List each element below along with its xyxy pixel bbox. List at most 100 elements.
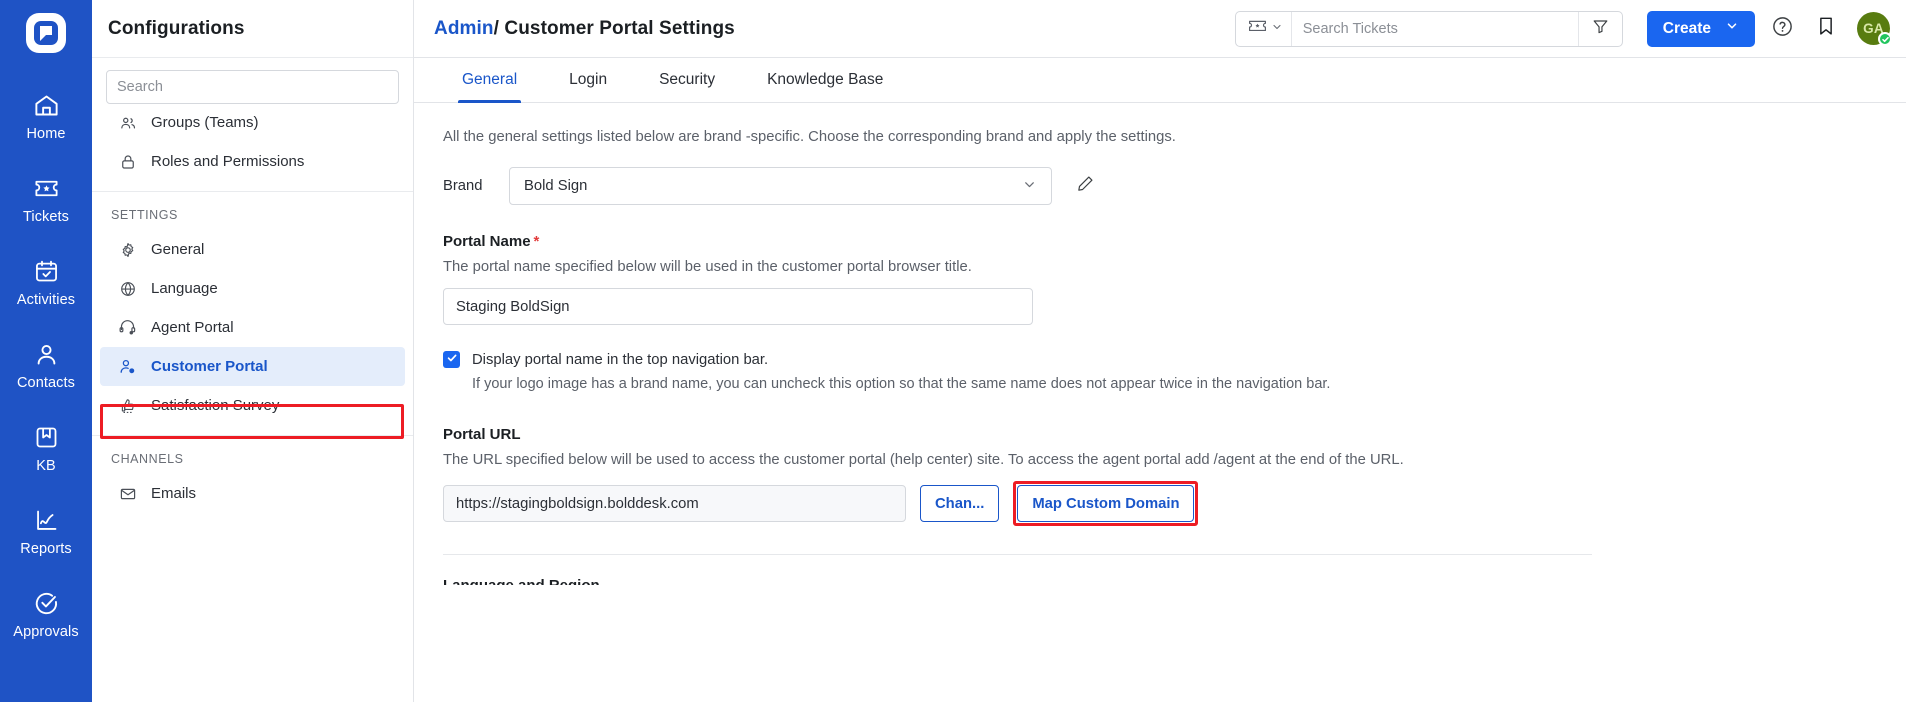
sidebar-item-emails[interactable]: Emails	[100, 474, 405, 513]
sidebar-item-language[interactable]: Language	[100, 269, 405, 308]
group-icon	[118, 113, 137, 132]
change-url-label: Chan...	[935, 495, 985, 512]
config-nav-list[interactable]: Groups (Teams) Roles and Permissions SET…	[92, 110, 413, 702]
create-button-label: Create	[1662, 19, 1711, 37]
display-portal-name-row: Display portal name in the top navigatio…	[443, 351, 1906, 368]
section-divider	[443, 554, 1592, 555]
brand-select[interactable]: Bold Sign	[509, 167, 1052, 205]
display-portal-name-hint: If your logo image has a brand name, you…	[472, 376, 1331, 392]
search-type-selector[interactable]	[1236, 11, 1292, 46]
sidebar-item-label: Satisfaction Survey	[151, 397, 280, 414]
bolddesk-logo-icon[interactable]	[18, 8, 74, 58]
tab-login[interactable]: Login	[543, 58, 633, 102]
portal-name-title: Portal Name *	[443, 233, 1906, 250]
sidebar-group-channels: CHANNELS	[111, 452, 184, 466]
map-custom-domain-label: Map Custom Domain	[1032, 495, 1180, 512]
config-search-input[interactable]	[106, 70, 399, 104]
ticket-icon	[33, 173, 60, 203]
rail-item-contacts[interactable]: Contacts	[0, 329, 92, 395]
brand-edit-button[interactable]	[1076, 174, 1095, 198]
bookmark-button[interactable]	[1809, 12, 1843, 46]
portal-name-section: Portal Name * The portal name specified b…	[443, 233, 1906, 325]
headset-gear-icon	[118, 318, 137, 337]
lock-icon	[118, 152, 137, 171]
brand-row: Brand Bold Sign	[443, 167, 1906, 205]
sidebar-item-label: Language	[151, 280, 218, 297]
main-area: Admin/ Customer Portal Settings Search T…	[414, 0, 1906, 702]
portal-url-title: Portal URL	[443, 426, 521, 443]
breadcrumb-separator: /	[493, 17, 505, 39]
tab-label: Login	[569, 71, 608, 88]
pencil-icon	[1076, 174, 1095, 198]
rail-label: Reports	[20, 541, 72, 557]
sidebar-item-satisfaction-survey[interactable]: Satisfaction Survey	[100, 386, 405, 425]
display-portal-name-checkbox[interactable]	[443, 351, 460, 368]
sidebar-item-label: Roles and Permissions	[151, 153, 305, 170]
chevron-down-icon	[1725, 19, 1739, 38]
rail-label: Tickets	[22, 209, 70, 225]
rail-item-activities[interactable]: Activities	[0, 246, 92, 312]
rail-item-kb[interactable]: KB	[0, 412, 92, 478]
tab-label: Knowledge Base	[767, 71, 884, 88]
chevron-down-icon	[1022, 177, 1037, 196]
rail-label: KB	[36, 458, 56, 474]
check-badge-icon	[1878, 32, 1892, 46]
portal-url-section: Portal URL The URL specified below will …	[443, 426, 1906, 526]
primary-nav-rail: Home Tickets Activities Contacts KB Repo…	[0, 0, 92, 702]
tab-knowledge-base[interactable]: Knowledge Base	[741, 58, 909, 102]
ticket-icon	[1248, 19, 1267, 39]
envelope-icon	[118, 484, 137, 503]
sidebar-item-label: Agent Portal	[151, 319, 234, 336]
next-section-title: Language and Region	[443, 577, 1906, 585]
sidebar-item-groups-teams[interactable]: Groups (Teams)	[100, 110, 405, 142]
filter-icon	[1592, 18, 1609, 40]
portal-name-description: The portal name specified below will be …	[443, 259, 972, 275]
help-button[interactable]	[1765, 12, 1799, 46]
tab-security[interactable]: Security	[633, 58, 741, 102]
sidebar-item-agent-portal[interactable]: Agent Portal	[100, 308, 405, 347]
portal-name-title-text: Portal Name	[443, 233, 531, 250]
portal-url-row: Chan... Map Custom Domain	[443, 481, 1906, 526]
create-button[interactable]: Create	[1646, 10, 1755, 47]
ticket-search-bar	[1234, 10, 1623, 47]
person-icon	[33, 339, 60, 369]
tab-label: General	[462, 71, 518, 88]
search-filter-button[interactable]	[1577, 11, 1622, 46]
person-gear-icon	[118, 357, 137, 376]
checkmark-icon	[446, 351, 458, 369]
sidebar-item-label: General	[151, 241, 205, 258]
breadcrumb-parent[interactable]: Admin	[434, 18, 494, 39]
bookmark-icon	[1815, 15, 1837, 42]
search-input[interactable]	[1291, 11, 1578, 46]
sidebar-item-customer-portal[interactable]: Customer Portal	[100, 347, 405, 386]
portal-url-input[interactable]	[443, 485, 906, 522]
tab-general[interactable]: General	[436, 58, 543, 103]
rail-label: Home	[26, 126, 66, 142]
display-portal-name-label: Display portal name in the top navigatio…	[472, 351, 769, 368]
change-url-button[interactable]: Chan...	[920, 485, 1000, 522]
content-lead-text: All the general settings listed below ar…	[443, 129, 1176, 145]
thumbs-up-icon	[118, 396, 137, 415]
rail-item-home[interactable]: Home	[0, 80, 92, 146]
question-circle-icon	[1771, 15, 1794, 43]
configurations-sidebar: Configurations Groups (Teams)	[92, 0, 414, 702]
config-search-wrap	[92, 58, 413, 110]
map-custom-domain-button[interactable]: Map Custom Domain	[1017, 485, 1195, 522]
rail-item-tickets[interactable]: Tickets	[0, 163, 92, 229]
configurations-title: Configurations	[108, 17, 245, 39]
sidebar-group-settings: SETTINGS	[111, 208, 178, 222]
brand-label: Brand	[443, 178, 483, 194]
rail-label: Contacts	[16, 375, 76, 391]
sidebar-item-roles-permissions[interactable]: Roles and Permissions	[100, 142, 405, 181]
chevron-down-icon	[1271, 20, 1283, 38]
rail-item-reports[interactable]: Reports	[0, 495, 92, 561]
sidebar-item-general[interactable]: General	[100, 230, 405, 269]
portal-name-input[interactable]	[443, 288, 1033, 325]
chart-line-icon	[33, 505, 60, 535]
home-icon	[33, 90, 60, 120]
portal-url-description: The URL specified below will be used to …	[443, 452, 1404, 468]
avatar[interactable]: GA	[1857, 12, 1892, 46]
sidebar-item-label: Customer Portal	[151, 358, 268, 375]
rail-item-approvals[interactable]: Approvals	[0, 578, 92, 644]
sidebar-item-label: Emails	[151, 485, 197, 502]
